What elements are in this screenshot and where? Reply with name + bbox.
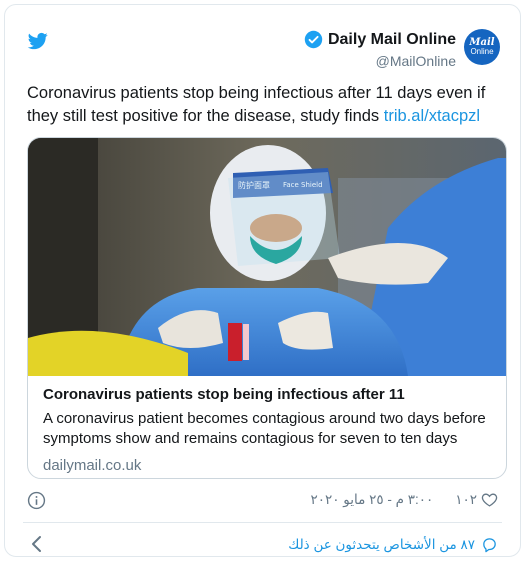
card-title[interactable]: Coronavirus patients stop being infectio…: [43, 386, 493, 403]
info-icon[interactable]: [27, 491, 46, 510]
chevron-left-icon[interactable]: [29, 535, 43, 553]
like-count: ١٠٢: [455, 491, 477, 507]
conversation-text: ٨٧ من الأشخاص يتحدثون عن ذلك: [288, 536, 475, 552]
card-description: A coronavirus patient becomes contagious…: [43, 410, 486, 447]
divider: [23, 522, 502, 523]
tweet-text: Coronavirus patients stop being infectio…: [27, 82, 507, 128]
tweet-embed-card: Daily Mail Online @MailOnline Mail Onlin…: [4, 4, 521, 557]
card-image: 防护面罩 Face Shield: [28, 138, 506, 376]
reply-bubble-icon: [483, 538, 496, 553]
conversation-link[interactable]: ٨٧ من الأشخاص يتحدثون عن ذلك: [288, 536, 498, 553]
heart-icon: [481, 493, 498, 507]
avatar[interactable]: Mail Online: [464, 29, 500, 65]
author-block[interactable]: Daily Mail Online @MailOnline: [304, 30, 456, 69]
link-preview-card[interactable]: 防护面罩 Face Shield Coronavirus patients st…: [27, 137, 507, 479]
card-domain: dailymail.co.uk: [43, 457, 142, 474]
tweet-meta: ٣:٠٠ م - ٢٥ مايو ٢٠٢٠ ١٠٢: [311, 491, 499, 508]
verified-badge-icon: [304, 30, 323, 49]
card-body: Coronavirus patients stop being infectio…: [43, 386, 493, 474]
avatar-line2: Online: [470, 47, 494, 56]
tweet-link[interactable]: trib.al/xtacpzl: [384, 107, 480, 125]
author-handle[interactable]: @MailOnline: [304, 53, 456, 69]
author-name[interactable]: Daily Mail Online: [328, 31, 456, 49]
twitter-bird-icon[interactable]: [27, 31, 49, 51]
like-button[interactable]: ١٠٢: [455, 491, 498, 508]
timestamp[interactable]: ٣:٠٠ م - ٢٥ مايو ٢٠٢٠: [311, 492, 434, 508]
